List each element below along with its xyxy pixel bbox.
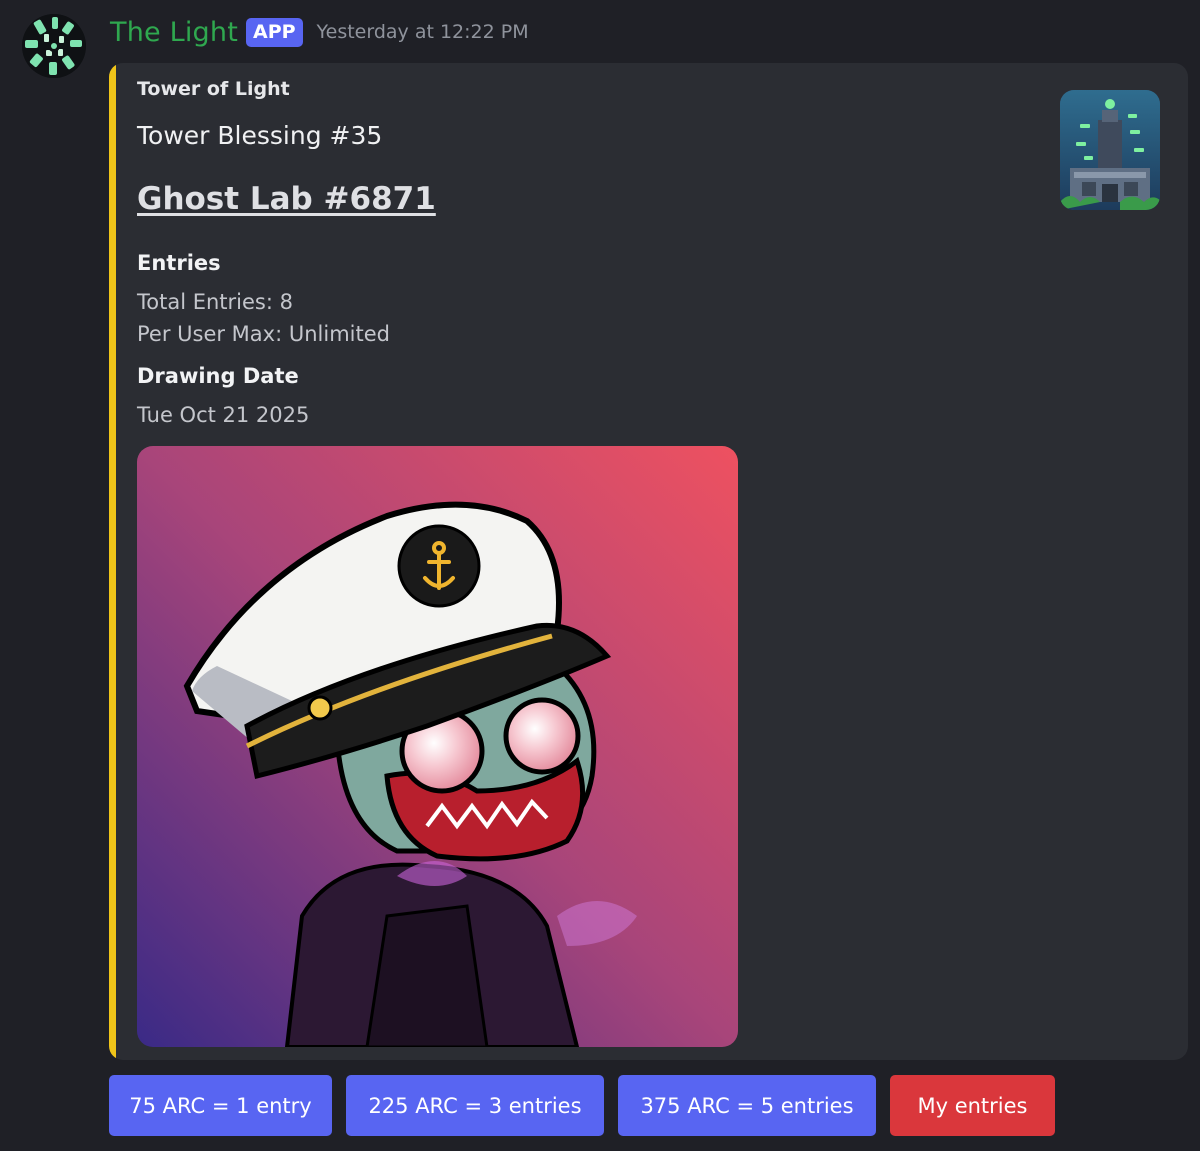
app-badge: APP (245, 17, 303, 47)
the-light-logo-icon (22, 14, 86, 78)
embed-title: Tower Blessing #35 (137, 121, 383, 150)
drawing-date-value: Tue Oct 21 2025 (137, 403, 310, 427)
my-entries-button[interactable]: My entries (890, 1075, 1055, 1136)
embed-thumbnail[interactable] (1060, 90, 1160, 210)
author-avatar[interactable] (22, 14, 86, 78)
embed-accent-bar (109, 63, 116, 1060)
per-user-max-value: Per User Max: Unlimited (137, 322, 390, 346)
total-entries-value: Total Entries: 8 (137, 290, 293, 314)
ghost-lab-captain-nft (137, 446, 738, 1047)
buy-5-entries-button[interactable]: 375 ARC = 5 entries (618, 1075, 876, 1136)
action-buttons: 75 ARC = 1 entry 225 ARC = 3 entries 375… (109, 1075, 1055, 1136)
embed-image[interactable] (137, 446, 738, 1047)
buy-3-entries-button[interactable]: 225 ARC = 3 entries (346, 1075, 604, 1136)
message-timestamp[interactable]: Yesterday at 12:22 PM (317, 21, 529, 43)
tower-of-light-icon (1060, 90, 1160, 210)
embed-card: Tower of Light Tower Blessing #35 Ghost … (109, 63, 1188, 1060)
embed-author: Tower of Light (137, 78, 290, 100)
buy-1-entry-button[interactable]: 75 ARC = 1 entry (109, 1075, 332, 1136)
author-name[interactable]: The Light (110, 17, 238, 48)
entries-field-label: Entries (137, 251, 221, 275)
chat-message: The Light APP Yesterday at 12:22 PM Towe… (0, 0, 1200, 1151)
drawing-date-label: Drawing Date (137, 364, 299, 388)
message-header: The Light APP Yesterday at 12:22 PM (110, 14, 529, 50)
embed-link-title[interactable]: Ghost Lab #6871 (137, 181, 436, 217)
